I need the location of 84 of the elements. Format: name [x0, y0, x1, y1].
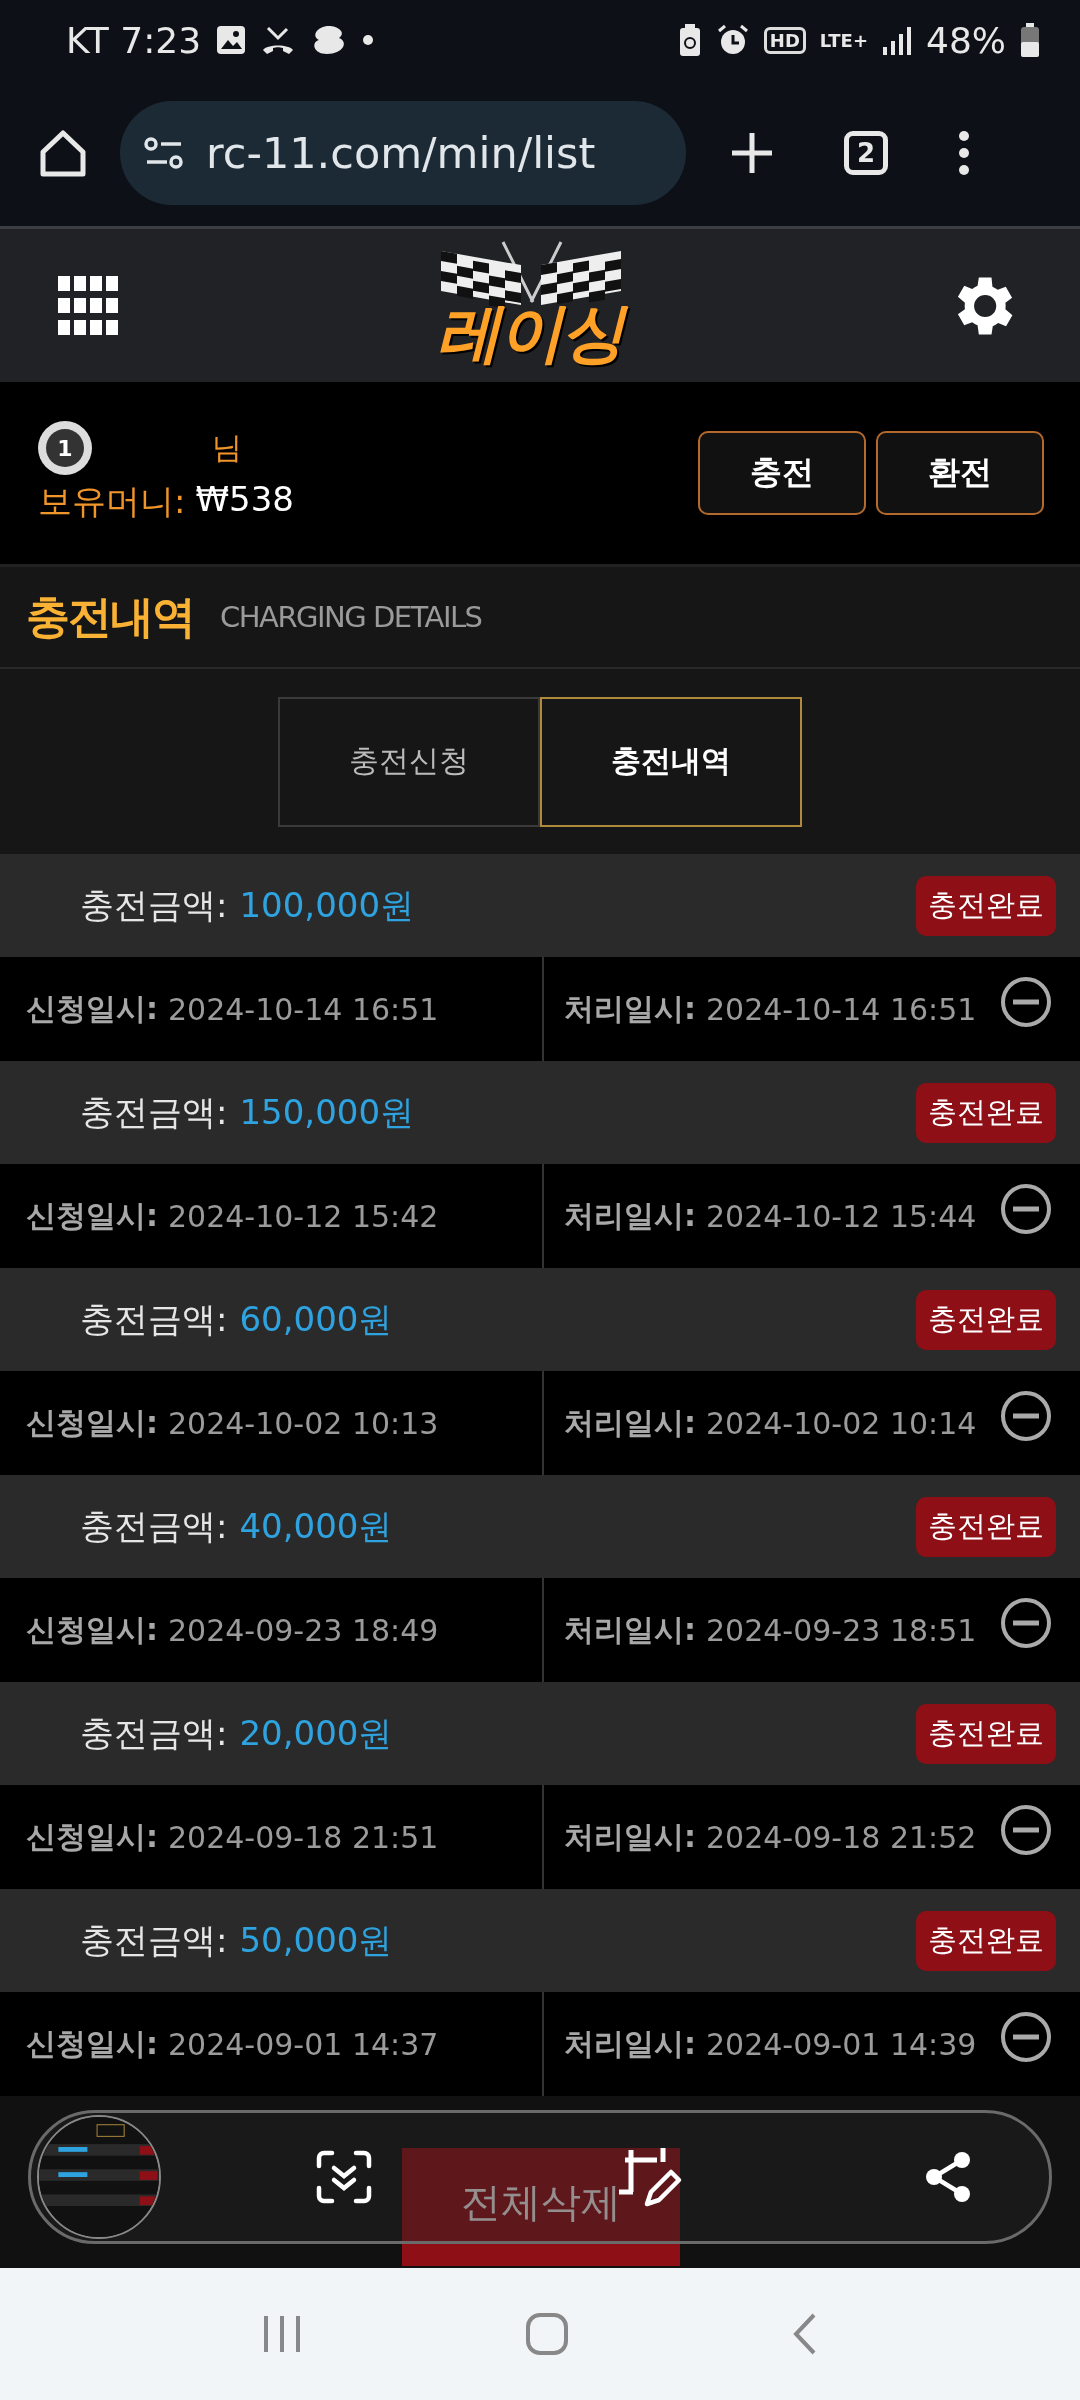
- status-badge: 충전완료: [916, 1289, 1056, 1350]
- request-time: 2024-09-18 21:51: [168, 1819, 439, 1855]
- request-time-label: 신청일시:: [26, 1817, 158, 1856]
- request-time-label: 신청일시:: [26, 2024, 158, 2063]
- more-icon[interactable]: [958, 131, 970, 175]
- processed-time: 2024-09-23 18:51: [706, 1612, 977, 1648]
- amount-value: 100,000원: [239, 883, 415, 927]
- alarm-icon: [715, 23, 750, 57]
- signal-icon: [882, 25, 912, 55]
- processed-time: 2024-10-02 10:14: [706, 1405, 977, 1441]
- processed-time-label: 처리일시:: [564, 2024, 696, 2063]
- amount-label: 충전금액:: [80, 1090, 228, 1134]
- recent-apps-icon[interactable]: [262, 2314, 302, 2354]
- battery-saver-icon: [677, 23, 702, 57]
- home-icon[interactable]: [38, 128, 88, 178]
- amount-value: 40,000원: [239, 1504, 393, 1548]
- processed-time: 2024-09-01 14:39: [706, 2026, 977, 2062]
- amount-label: 충전금액:: [80, 1918, 228, 1962]
- request-time: 2024-09-01 14:37: [168, 2026, 439, 2062]
- image-icon: [215, 24, 248, 56]
- processed-time: 2024-10-12 15:44: [706, 1198, 977, 1234]
- amount-label: 충전금액:: [80, 883, 228, 927]
- processed-time: 2024-09-18 21:52: [706, 1819, 977, 1855]
- missed-call-icon: [261, 24, 296, 56]
- request-time: 2024-10-02 10:13: [168, 1405, 439, 1441]
- delete-all-button[interactable]: 전체삭제: [402, 2148, 680, 2266]
- amount-label: 충전금액:: [80, 1297, 228, 1341]
- tab[interactable]: 충전신청: [278, 696, 540, 827]
- back-icon[interactable]: [792, 2313, 818, 2355]
- network-label: LTE+: [819, 29, 868, 51]
- processed-time: 2024-10-14 16:51: [706, 991, 977, 1027]
- user-name-suffix: 님: [212, 428, 242, 467]
- amount-value: 50,000원: [239, 1918, 393, 1962]
- remove-icon[interactable]: [1000, 976, 1053, 1028]
- remove-icon[interactable]: [1000, 1804, 1053, 1856]
- battery-percent: 48%: [926, 19, 1006, 61]
- processed-time-label: 처리일시:: [564, 1817, 696, 1856]
- deposit-button[interactable]: 충전: [698, 431, 866, 515]
- site-settings-icon: [144, 136, 184, 170]
- request-time: 2024-10-14 16:51: [168, 991, 439, 1027]
- status-badge: 충전완료: [916, 1910, 1056, 1971]
- tab[interactable]: 충전내역: [540, 696, 802, 827]
- remove-icon[interactable]: [1000, 2011, 1053, 2063]
- withdraw-button[interactable]: 환전: [876, 431, 1044, 515]
- request-time-label: 신청일시:: [26, 1610, 158, 1649]
- remove-icon[interactable]: [1000, 1597, 1053, 1649]
- address-bar[interactable]: rc-11.com/min/list: [120, 101, 686, 205]
- scroll-capture-icon[interactable]: [316, 2150, 372, 2204]
- site-logo[interactable]: 레이싱: [433, 292, 631, 375]
- clock: KT 7:23: [66, 19, 202, 61]
- tab-count-button[interactable]: 2: [844, 131, 888, 175]
- processed-time-label: 처리일시:: [564, 1196, 696, 1235]
- request-time-label: 신청일시:: [26, 989, 158, 1028]
- amount-value: 60,000원: [239, 1297, 393, 1341]
- status-badge: 충전완료: [916, 1496, 1056, 1557]
- grid-menu-icon[interactable]: [58, 275, 120, 336]
- section-subtitle: CHARGING DETAILS: [220, 600, 482, 634]
- amount-label: 충전금액:: [80, 1504, 228, 1548]
- battery-icon: [1020, 23, 1040, 57]
- dot-icon: [363, 35, 374, 45]
- remove-icon[interactable]: [1000, 1183, 1053, 1235]
- processed-time-label: 처리일시:: [564, 1610, 696, 1649]
- amount-value: 20,000원: [239, 1711, 393, 1755]
- request-time: 2024-09-23 18:49: [168, 1612, 439, 1648]
- balance-value: ₩538: [195, 479, 294, 521]
- processed-time-label: 처리일시:: [564, 989, 696, 1028]
- hd-voice-label: HD: [763, 26, 806, 54]
- level-badge: 1: [38, 421, 92, 475]
- home-button-icon[interactable]: [526, 2313, 568, 2355]
- status-badge: 충전완료: [916, 875, 1056, 936]
- share-icon[interactable]: [925, 2151, 971, 2203]
- amount-label: 충전금액:: [80, 1711, 228, 1755]
- processed-time-label: 처리일시:: [564, 1403, 696, 1442]
- remove-icon[interactable]: [1000, 1390, 1053, 1442]
- request-time-label: 신청일시:: [26, 1403, 158, 1442]
- crop-edit-icon[interactable]: [617, 2146, 683, 2208]
- section-title: 충전내역: [26, 589, 194, 644]
- status-badge: 충전완료: [916, 1703, 1056, 1764]
- plus-icon[interactable]: [730, 131, 774, 175]
- amount-value: 150,000원: [239, 1090, 415, 1134]
- request-time-label: 신청일시:: [26, 1196, 158, 1235]
- balance-label: 보유머니:: [38, 480, 186, 523]
- request-time: 2024-10-12 15:42: [168, 1198, 439, 1234]
- status-badge: 충전완료: [916, 1082, 1056, 1143]
